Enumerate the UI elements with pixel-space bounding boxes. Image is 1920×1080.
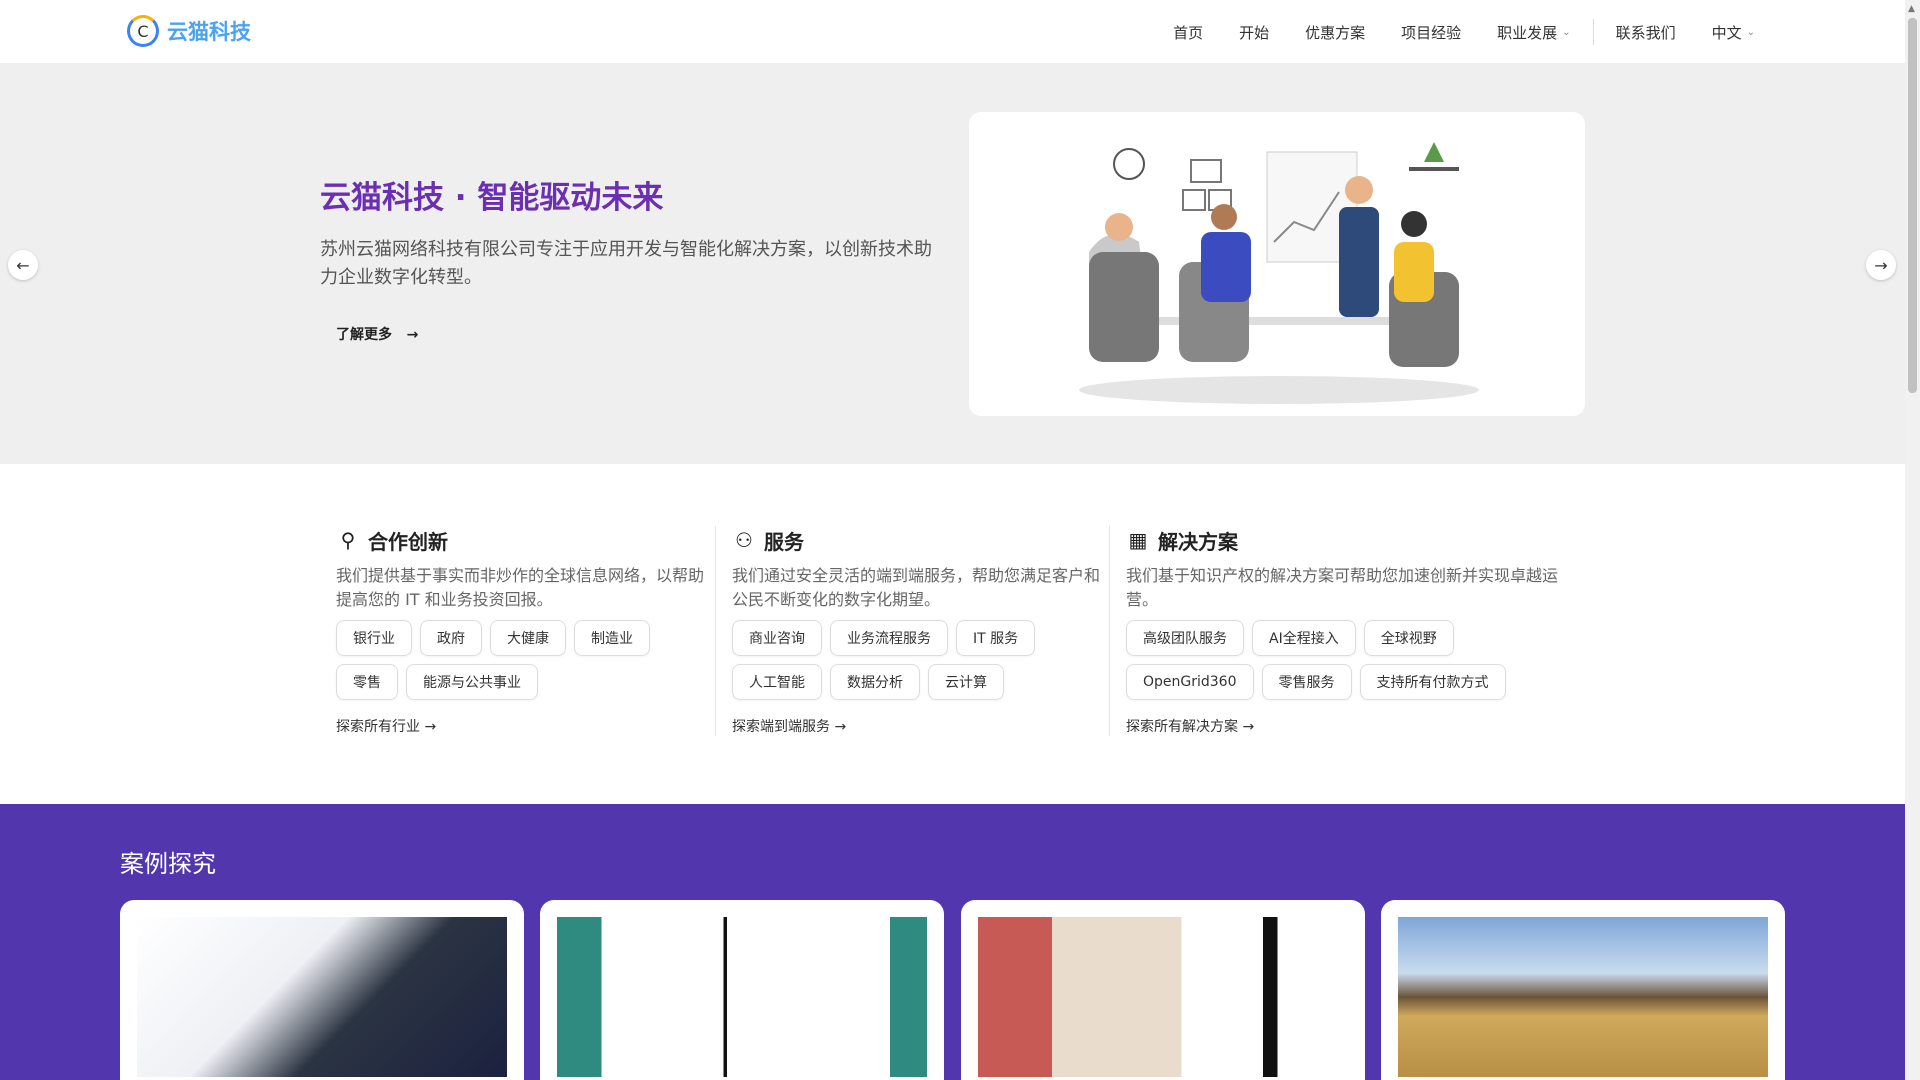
tag[interactable]: 银行业 [336,620,412,656]
case-card-woocommerce[interactable] [120,900,524,1080]
nav-label: 首页 [1173,23,1204,42]
nav-home[interactable]: 首页 [1173,22,1203,43]
case-image [137,917,507,1077]
nav-label: 项目经验 [1401,23,1462,42]
brand-name: 云猫科技 [167,20,251,44]
main-nav: 首页 开始 优惠方案 项目经验 职业发展 ⌄ 联系我们 中文 ⌄ [1137,0,1755,64]
section-title: 案例探究 [120,850,216,878]
logo-icon: C [127,15,159,47]
tag[interactable]: 云计算 [928,664,1004,700]
tag[interactable]: 大健康 [490,620,566,656]
chevron-down-icon: ⌄ [1746,26,1755,38]
case-card-food[interactable] [961,900,1365,1080]
tag[interactable]: 商业咨询 [732,620,822,656]
explore-services-link[interactable]: 探索端到端服务 → [732,716,1109,736]
arrow-right-icon: → [1874,255,1888,275]
nav-divider [1592,19,1594,45]
site-header: C 云猫科技 首页 开始 优惠方案 项目经验 职业发展 ⌄ 联系我们 中文 ⌄ [0,0,1905,64]
tag[interactable]: 高级团队服务 [1126,620,1244,656]
features-section: ⚲ 合作创新 我们提供基于事实而非炒作的全球信息网络，以帮助提高您的 IT 和业务… [0,464,1905,804]
tag[interactable]: 人工智能 [732,664,822,700]
case-image [557,917,927,1077]
tag[interactable]: 政府 [420,620,482,656]
carousel-next-button[interactable]: → [1866,250,1896,280]
learn-more-button[interactable]: 了解更多 → [336,324,418,344]
chevron-down-icon: ⌄ [1562,26,1571,38]
feature-column-services: ⚇ 服务 我们通过安全灵活的端到端服务，帮助您满足客户和公民不断变化的数字化期望。… [715,526,1109,736]
tag[interactable]: OpenGrid360 [1126,664,1254,700]
logo[interactable]: C 云猫科技 [127,15,251,47]
tag[interactable]: 支持所有付款方式 [1359,664,1506,700]
case-card-park[interactable] [1381,900,1785,1080]
hero-carousel: ← → 云猫科技 · 智能驱动未来 苏州云猫网络科技有限公司专注于应用开发与智能… [0,64,1905,464]
nav-label: 职业发展 [1497,23,1558,42]
nav-start[interactable]: 开始 [1239,22,1269,43]
case-studies-section: 案例探究 [0,804,1905,1080]
carousel-prev-button[interactable]: ← [8,250,38,280]
feature-description: 我们通过安全灵活的端到端服务，帮助您满足客户和公民不断变化的数字化期望。 [732,566,1101,609]
hero-illustration [969,112,1585,416]
feature-title: 解决方案 [1158,529,1238,554]
explore-solutions-link[interactable]: 探索所有解决方案 → [1126,716,1569,736]
nav-label: 优惠方案 [1305,23,1366,42]
case-image [978,917,1348,1077]
scrollbar-thumb[interactable] [1908,18,1917,393]
nav-careers[interactable]: 职业发展 ⌄ [1497,22,1570,43]
tag[interactable]: 零售服务 [1261,664,1352,700]
tag[interactable]: 业务流程服务 [830,620,948,656]
nav-projects[interactable]: 项目经验 [1401,22,1461,43]
lightbulb-icon: ⚲ [340,528,356,552]
arrow-left-icon: ← [16,255,30,275]
nav-label: 开始 [1239,23,1270,42]
feature-description: 我们基于知识产权的解决方案可帮助您加速创新并实现卓越运营。 [1126,566,1559,609]
nav-contact[interactable]: 联系我们 [1616,22,1676,43]
case-image [1398,917,1768,1077]
language-select[interactable]: 中文 ⌄ [1712,22,1755,43]
feature-column-solutions: ▦ 解决方案 我们基于知识产权的解决方案可帮助您加速创新并实现卓越运营。 高级团队… [1109,526,1569,736]
tag[interactable]: 能源与公共事业 [406,664,538,700]
feature-description: 我们提供基于事实而非炒作的全球信息网络，以帮助提高您的 IT 和业务投资回报。 [336,566,705,609]
tag[interactable]: IT 服务 [956,620,1036,656]
tag[interactable]: AI全程接入 [1252,620,1356,656]
nav-label: 中文 [1711,23,1742,42]
tag[interactable]: 制造业 [574,620,650,656]
nav-offers[interactable]: 优惠方案 [1305,22,1365,43]
explore-industries-link[interactable]: 探索所有行业 → [336,716,708,736]
feature-title: 服务 [764,529,804,554]
hero-title: 云猫科技 · 智能驱动未来 [320,180,664,216]
users-icon: ⚇ [735,528,753,552]
tag[interactable]: 全球视野 [1363,620,1454,656]
grid-icon: ▦ [1128,528,1148,552]
scroll-up-icon[interactable]: ▲ [1908,4,1915,14]
hero-description: 苏州云猫网络科技有限公司专注于应用开发与智能化解决方案，以创新技术助力企业数字化… [320,239,932,288]
page-scrollbar[interactable]: ▲ [1905,0,1920,1080]
feature-column-collaboration: ⚲ 合作创新 我们提供基于事实而非炒作的全球信息网络，以帮助提高您的 IT 和业务… [336,526,708,736]
case-card-grocery-app[interactable] [540,900,944,1080]
tag[interactable]: 零售 [336,664,398,700]
nav-label: 联系我们 [1615,23,1676,42]
cta-label: 了解更多 [336,327,392,343]
feature-title: 合作创新 [368,529,448,554]
arrow-right-icon: → [406,327,419,343]
tag[interactable]: 数据分析 [830,664,920,700]
